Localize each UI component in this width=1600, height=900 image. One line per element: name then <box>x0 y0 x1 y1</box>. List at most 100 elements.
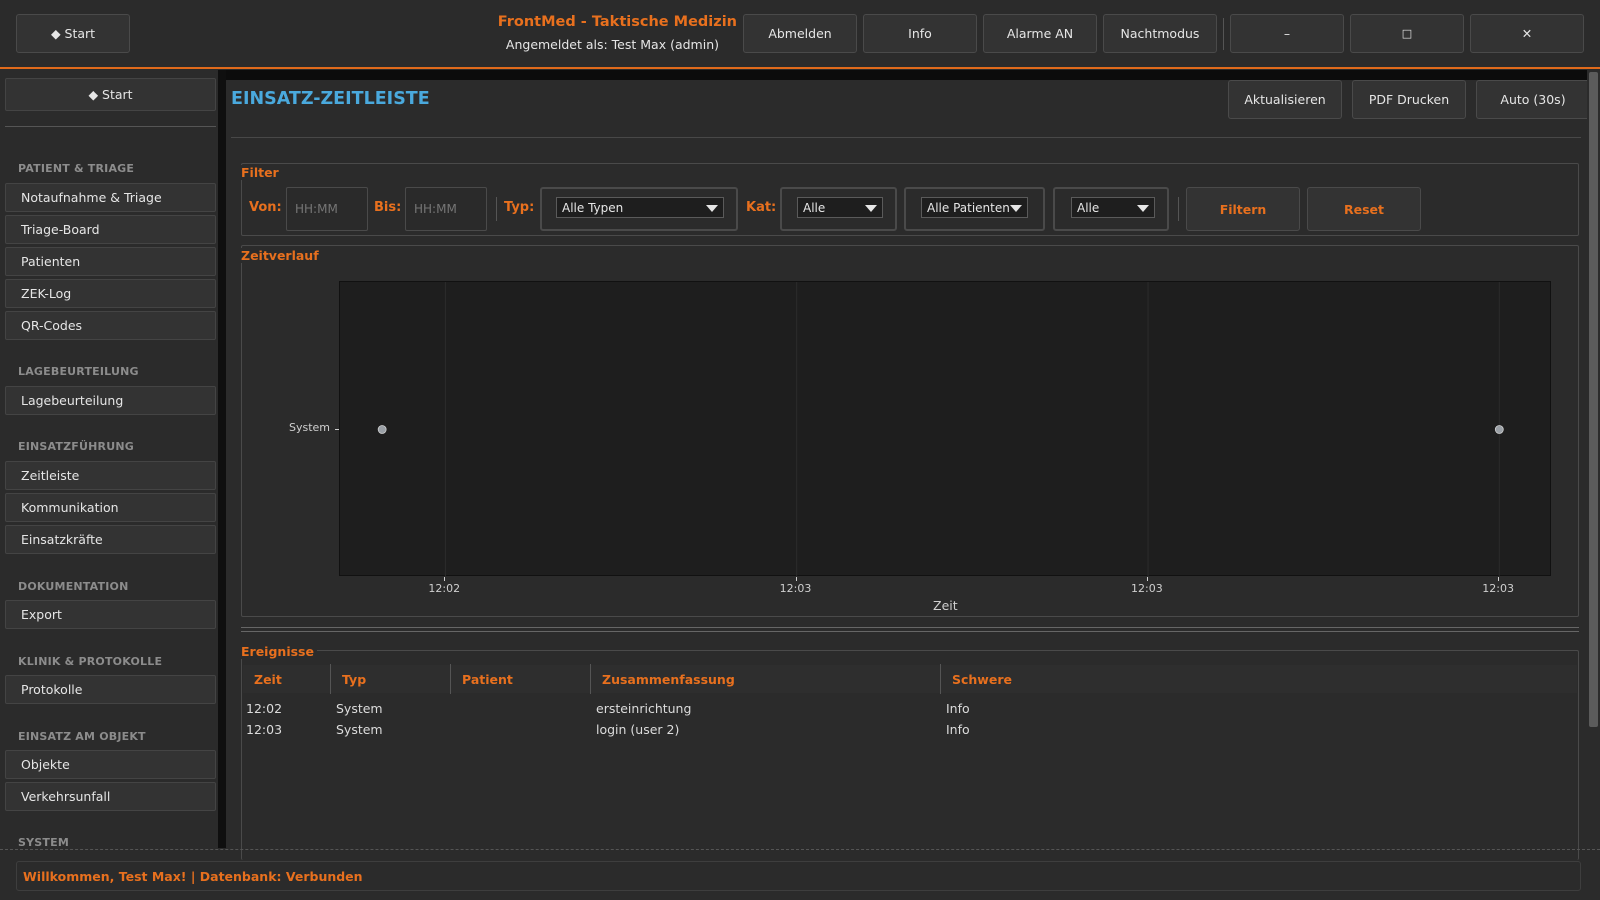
sidebar-item-protokolle[interactable]: Protokolle <box>5 675 216 704</box>
sidebar-item-qr-codes[interactable]: QR-Codes <box>5 311 216 340</box>
info-button[interactable]: Info <box>863 14 977 53</box>
timeline-event-point[interactable] <box>1494 425 1504 434</box>
sidebar-item-verkehrsunfall[interactable]: Verkehrsunfall <box>5 782 216 811</box>
app-title: FrontMed - Taktische Medizin <box>497 14 737 30</box>
cell-zeit: 12:02 <box>246 701 283 716</box>
minimize-button[interactable]: – <box>1230 14 1344 53</box>
sidebar-section-lagebeurteilung: LAGEBEURTEILUNG <box>18 365 139 378</box>
column-header-typ[interactable]: Typ <box>334 667 444 691</box>
chevron-down-icon <box>706 205 718 212</box>
sidebar-item-triage-board[interactable]: Triage-Board <box>5 215 216 244</box>
sidebar-item-einsatzkraefte[interactable]: Einsatzkräfte <box>5 525 216 554</box>
column-header-patient[interactable]: Patient <box>454 667 584 691</box>
sidebar-section-klinik-protokolle: KLINIK & PROTOKOLLE <box>18 655 163 668</box>
x-tick-label: 12:03 <box>779 582 812 595</box>
sidebar-item-patienten[interactable]: Patienten <box>5 247 216 276</box>
sidebar-item-zeitleiste[interactable]: Zeitleiste <box>5 461 216 490</box>
scrollbar-thumb[interactable] <box>1589 72 1598 727</box>
logout-button[interactable]: Abmelden <box>743 14 857 53</box>
column-divider <box>330 664 331 694</box>
cell-schwere: Info <box>946 701 970 716</box>
bis-label: Bis: <box>374 200 402 215</box>
sidebar-section-system: SYSTEM <box>18 836 69 849</box>
sidebar-item-objekte[interactable]: Objekte <box>5 750 216 779</box>
von-time-input[interactable] <box>286 187 368 231</box>
page-title: EINSATZ-ZEITLEISTE <box>231 89 430 109</box>
x-tick-mark <box>444 577 446 581</box>
patient-select[interactable]: Alle Patienten <box>921 197 1028 218</box>
cell-zusammenfassung: login (user 2) <box>596 722 680 737</box>
timeline-group-label: Zeitverlauf <box>241 248 322 263</box>
column-header-zeit[interactable]: Zeit <box>246 667 324 691</box>
typ-select[interactable]: Alle Typen <box>556 197 724 218</box>
status-bar: Willkommen, Test Max! | Datenbank: Verbu… <box>16 861 1581 891</box>
von-label: Von: <box>249 200 282 215</box>
chevron-down-icon <box>865 205 877 212</box>
typ-label: Typ: <box>504 200 535 215</box>
x-tick-mark <box>795 577 797 581</box>
sidebar-section-einsatzfuehrung: EINSATZFÜHRUNG <box>18 440 134 453</box>
patient-select-value: Alle Patienten <box>927 200 1010 215</box>
status-separator <box>0 849 1600 850</box>
auto-refresh-button[interactable]: Auto (30s) <box>1476 80 1590 119</box>
typ-select-value: Alle Typen <box>562 200 624 215</box>
filter-separator-2 <box>1178 197 1179 221</box>
main-top-strip <box>226 70 1587 80</box>
extra-select-value: Alle <box>1077 200 1100 215</box>
x-tick-label: 12:03 <box>1482 582 1514 595</box>
x-tick-label: 12:03 <box>1131 582 1163 595</box>
kat-select[interactable]: Alle <box>797 197 883 218</box>
kat-label: Kat: <box>746 200 777 215</box>
sidebar-divider <box>218 70 226 848</box>
column-divider <box>940 664 941 694</box>
typ-select-frame: Alle Typen <box>540 187 738 231</box>
logged-in-user: Angemeldet als: Test Max (admin) <box>505 37 719 52</box>
sidebar-start-button[interactable]: ◆ Start <box>5 78 216 111</box>
pdf-print-button[interactable]: PDF Drucken <box>1352 80 1466 119</box>
sidebar-item-kommunikation[interactable]: Kommunikation <box>5 493 216 522</box>
sidebar-item-notaufnahme[interactable]: Notaufnahme & Triage <box>5 183 216 212</box>
sidebar-section-patient-triage: PATIENT & TRIAGE <box>18 162 135 175</box>
cell-typ: System <box>336 722 383 737</box>
maximize-button[interactable]: □ <box>1350 14 1464 53</box>
sidebar-section-einsatz-am-objekt: EINSATZ AM OBJEKT <box>18 730 146 743</box>
column-divider <box>590 664 591 694</box>
y-tick-mark <box>335 428 339 430</box>
kat-select-value: Alle <box>803 200 826 215</box>
header-separator <box>1223 18 1224 50</box>
chevron-down-icon <box>1010 205 1022 212</box>
bis-time-input[interactable] <box>405 187 487 231</box>
extra-select-frame: Alle <box>1053 187 1169 231</box>
kat-select-frame: Alle <box>780 187 897 231</box>
patient-select-frame: Alle Patienten <box>904 187 1045 231</box>
column-header-schwere[interactable]: Schwere <box>944 667 1569 691</box>
cell-zusammenfassung: ersteinrichtung <box>596 701 692 716</box>
sidebar-divider-line <box>5 126 216 127</box>
night-mode-button[interactable]: Nachtmodus <box>1103 14 1217 53</box>
close-button[interactable]: ✕ <box>1470 14 1584 53</box>
sidebar-item-export[interactable]: Export <box>5 600 216 629</box>
events-group-label: Ereignisse <box>241 644 317 659</box>
timeline-chart <box>377 282 1504 577</box>
sidebar-item-zek-log[interactable]: ZEK-Log <box>5 279 216 308</box>
cell-typ: System <box>336 701 383 716</box>
pane-splitter[interactable] <box>241 627 1579 632</box>
y-tick-label-system: System <box>289 421 331 434</box>
filter-reset-button[interactable]: Reset <box>1307 187 1421 231</box>
cell-zeit: 12:03 <box>246 722 283 737</box>
title-separator <box>231 137 1581 138</box>
extra-select[interactable]: Alle <box>1071 197 1155 218</box>
alarms-toggle-button[interactable]: Alarme AN <box>983 14 1097 53</box>
x-tick-mark <box>1498 577 1500 581</box>
timeline-event-point[interactable] <box>377 425 387 434</box>
x-tick-mark <box>1147 577 1149 581</box>
filter-apply-button[interactable]: Filtern <box>1186 187 1300 231</box>
filter-separator <box>496 197 497 221</box>
refresh-button[interactable]: Aktualisieren <box>1228 80 1342 119</box>
column-header-zusammenfassung[interactable]: Zusammenfassung <box>594 667 934 691</box>
column-divider <box>450 664 451 694</box>
x-axis-label: Zeit <box>933 598 958 613</box>
cell-schwere: Info <box>946 722 970 737</box>
sidebar-item-lagebeurteilung[interactable]: Lagebeurteilung <box>5 386 216 415</box>
timeline-plot-area <box>339 281 1551 577</box>
